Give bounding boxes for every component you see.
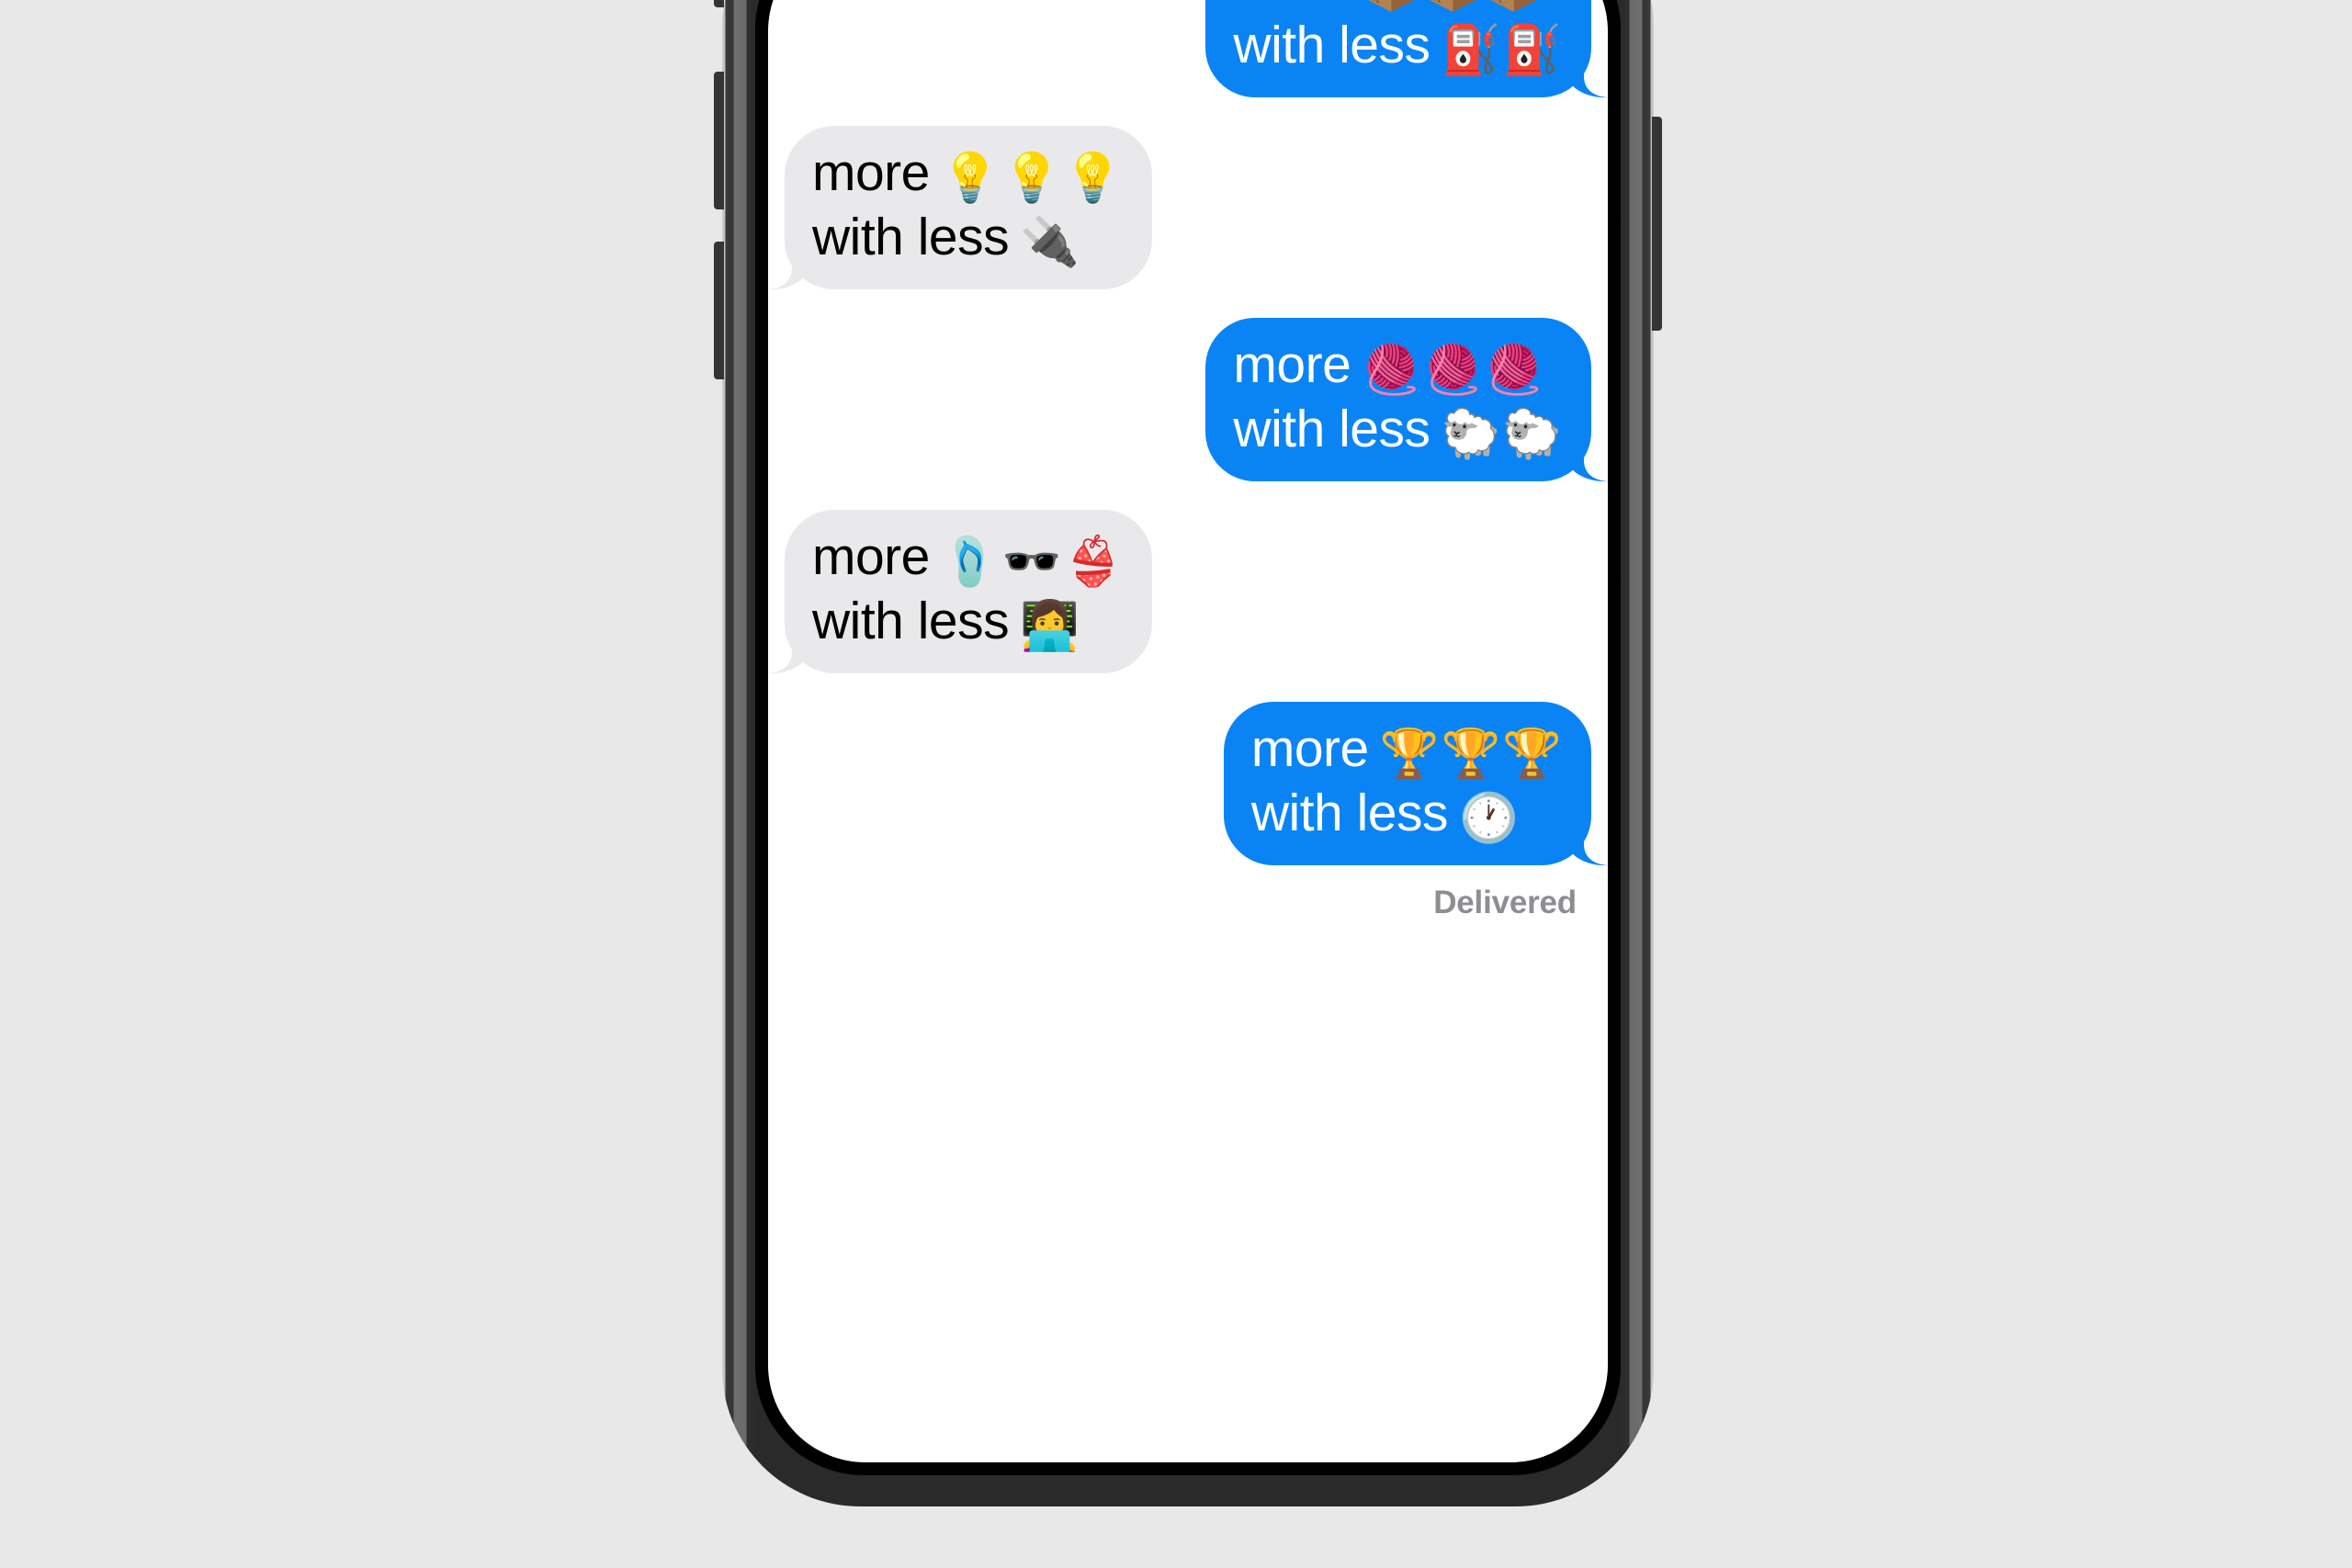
message-text: more [1233,335,1351,395]
message-emoji-group: 🐑🐑 [1441,407,1564,463]
message-bubble-outgoing[interactable]: more 🧶🧶🧶 with less 🐑🐑 [1205,318,1608,482]
message-row: more 🏆🏆🏆 with less 🕐 [785,702,1608,866]
message-row: more 📦📦📦 with less⛽⛽ [785,0,1608,98]
message-text: more [812,143,930,203]
message-emoji-group: 👩‍💻 [1020,599,1081,655]
message-text: with less [812,592,1010,651]
message-line: with less 🕐 [1251,786,1564,843]
message-emoji-group: ⛽⛽ [1441,23,1564,79]
message-emoji-group: 🕐 [1458,791,1521,847]
volume-up-button[interactable] [714,72,724,209]
message-emoji-group: 💡💡💡 [940,151,1125,207]
message-text: more [1233,0,1351,10]
message-line: with less 🔌 [812,210,1125,267]
mute-switch[interactable] [714,0,724,7]
delivery-status: Delivered [785,885,1591,921]
delivery-status-label: Delivered [1433,885,1577,921]
message-row: more 💡💡💡 with less 🔌 [768,126,1591,290]
message-line: more 🏆🏆🏆 [1251,722,1564,779]
message-bubble-incoming[interactable]: more 💡💡💡 with less 🔌 [768,126,1153,290]
scene-canvas: more📦📦📦 with less⛽⛽ more💡💡💡 with less🔌 [0,0,2352,1568]
bubble-tail-icon [768,634,810,674]
message-emoji-group: 📦📦📦 [1362,0,1545,14]
message-line: more 📦📦📦 [1233,0,1564,11]
power-button[interactable] [1652,117,1662,331]
message-line: with less 👩‍💻 [812,594,1125,651]
message-bubble-outgoing[interactable]: more 📦📦📦 with less⛽⛽ [1205,0,1608,98]
message-text: with less [1250,784,1449,843]
message-emoji-group: 🔌 [1020,215,1081,271]
message-line: more 🩴🕶️👙 [812,530,1125,587]
message-line: with less 🐑🐑 [1233,402,1564,459]
message-thread[interactable]: more📦📦📦 with less⛽⛽ more💡💡💡 with less🔌 [768,0,1608,1462]
message-emoji-group: 🏆🏆🏆 [1379,727,1564,783]
message-bubble-outgoing[interactable]: more 🏆🏆🏆 with less 🕐 [1223,702,1608,866]
message-emoji-group: 🧶🧶🧶 [1362,343,1546,399]
message-line: more 💡💡💡 [812,146,1125,203]
message-text: more [812,527,930,587]
message-text: with less [1233,16,1430,75]
bubble-tail-icon [768,250,810,290]
message-bubble-incoming[interactable]: more 🩴🕶️👙 with less 👩‍💻 [768,510,1153,674]
message-emoji-group: 🩴🕶️👙 [940,535,1125,591]
bubble-tail-icon [1566,58,1608,98]
message-line: with less ⛽⛽ [1233,18,1564,75]
message-text: with less [812,208,1010,267]
volume-down-button[interactable] [714,242,724,379]
message-row: more 🧶🧶🧶 with less 🐑🐑 [785,318,1608,482]
bubble-tail-icon [1566,442,1608,482]
phone-screen: more📦📦📦 with less⛽⛽ more💡💡💡 with less🔌 [768,0,1608,1462]
message-text: more [1250,719,1369,779]
message-text: with less [1233,400,1430,459]
bubble-tail-icon [1566,826,1608,866]
message-row: more 🩴🕶️👙 with less 👩‍💻 [768,510,1591,674]
message-line: more 🧶🧶🧶 [1233,338,1564,395]
